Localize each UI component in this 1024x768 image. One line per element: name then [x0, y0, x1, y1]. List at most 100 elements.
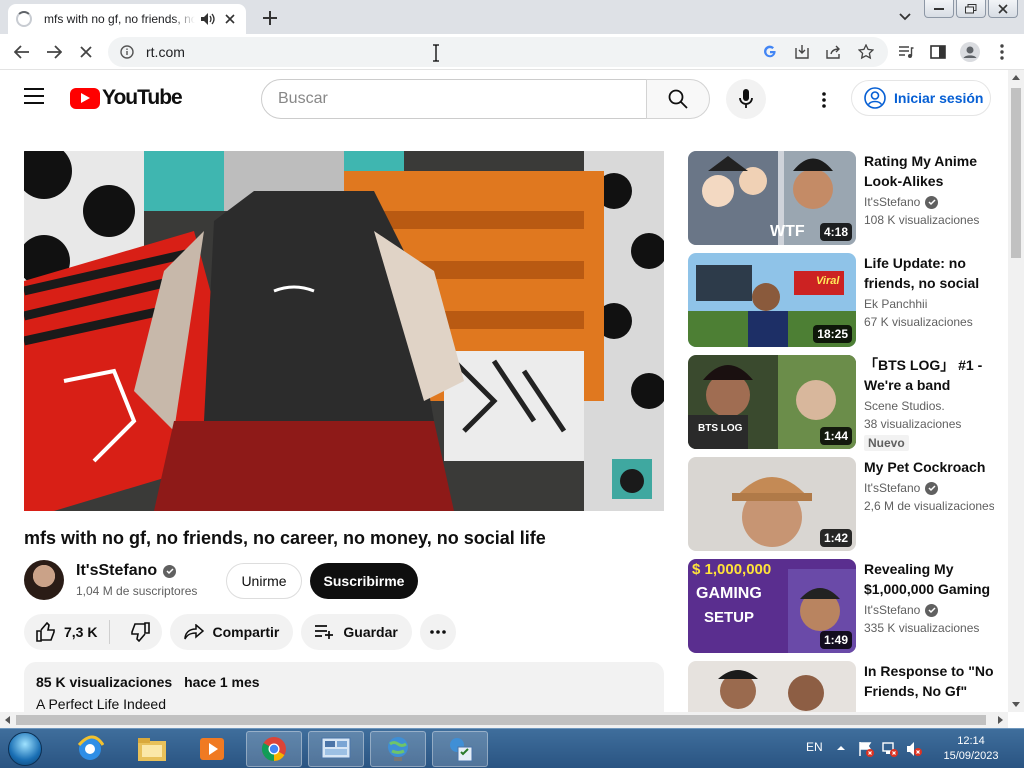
video-duration: 1:42 [819, 529, 852, 547]
system-clock[interactable]: 12:14 15/09/2023 [936, 734, 1006, 764]
upload-date: hace 1 mes [184, 674, 260, 690]
browser-tab[interactable]: mfs with no gf, no friends, no career, n… [8, 4, 246, 34]
channel-name[interactable]: It'sStefano [76, 562, 157, 580]
share-icon[interactable] [824, 42, 844, 62]
new-tab-icon[interactable] [260, 8, 280, 28]
task-manager-icon[interactable] [432, 731, 488, 767]
channel-info: It'sStefano 1,04 M de suscriptores [24, 560, 197, 600]
minimize-icon[interactable] [924, 0, 954, 18]
vertical-scrollbar[interactable] [1008, 70, 1024, 712]
language-indicator[interactable]: EN [806, 740, 823, 754]
rec-views: 67 K visualizaciones [864, 315, 973, 329]
video-thumbnail[interactable]: WTF 4:18 [688, 151, 856, 245]
join-button[interactable]: Unirme [226, 563, 302, 599]
thumbnail-caption: BTS LOG [698, 423, 743, 434]
rec-channel: It'sStefano [864, 603, 921, 617]
scroll-up-arrow-icon[interactable] [1012, 74, 1020, 80]
share-label: Compartir [212, 624, 280, 640]
thumbnail-caption: $ 1,000,000 [692, 561, 772, 578]
reload-stop-icon[interactable] [76, 42, 96, 62]
video-thumbnail[interactable]: Viral 18:25 [688, 253, 856, 347]
scroll-left-arrow-icon[interactable] [4, 716, 10, 724]
recommendation-item[interactable]: BTS LOG 1:44 「BTS LOG」 #1 - We're a band… [688, 355, 1000, 451]
file-explorer-icon[interactable] [124, 731, 180, 767]
restore-icon[interactable] [956, 0, 986, 18]
logo-text: YouTube [102, 86, 183, 109]
rec-title: 「BTS LOG」 #1 - We're a band [864, 357, 983, 393]
recommendation-item[interactable]: In Response to "No Friends, No Gf" [688, 661, 1000, 712]
horizontal-scrollbar[interactable] [0, 712, 1008, 728]
rec-channel: It'sStefano [864, 195, 921, 209]
subscribe-button[interactable]: Suscribirme [310, 563, 418, 599]
search-input[interactable]: Buscar [261, 79, 647, 119]
scrollbar-thumb[interactable] [16, 715, 986, 725]
close-window-icon[interactable] [988, 0, 1018, 18]
browser-tab-strip: mfs with no gf, no friends, no career, n… [0, 0, 1024, 34]
video-thumbnail[interactable]: BTS LOG 1:44 [688, 355, 856, 449]
show-hidden-icons-icon[interactable] [836, 743, 846, 753]
side-panel-icon[interactable] [928, 42, 948, 62]
video-thumbnail[interactable]: $ 1,000,000 GAMING SETUP 1:49 [688, 559, 856, 653]
control-panel-icon[interactable] [308, 731, 364, 767]
loading-spinner-icon [16, 11, 32, 27]
volume-muted-icon[interactable] [906, 741, 922, 757]
video-duration: 18:25 [813, 325, 852, 343]
action-center-flag-icon[interactable] [858, 741, 874, 757]
browser-menu-icon[interactable] [992, 42, 1012, 62]
recommendation-item[interactable]: WTF 4:18 Rating My Anime Look-Alikes It'… [688, 151, 1000, 245]
signin-label: Iniciar sesión [894, 90, 984, 106]
youtube-header: YouTube Buscar Iniciar sesión [0, 70, 1008, 126]
recommendation-item[interactable]: Viral 18:25 Life Update: no friends, no … [688, 253, 1000, 347]
dislike-button[interactable] [118, 622, 162, 642]
scroll-right-arrow-icon[interactable] [998, 716, 1004, 724]
video-frame-image [24, 151, 664, 511]
rec-channel: Ek Panchhii [864, 297, 928, 311]
search-icon [668, 89, 688, 109]
network-globe-icon[interactable] [370, 731, 426, 767]
thumbnail-caption: SETUP [704, 609, 755, 626]
hamburger-menu-icon[interactable] [24, 88, 48, 108]
like-button[interactable]: 7,3 K [24, 620, 111, 644]
share-button[interactable]: Compartir [170, 614, 294, 650]
clock-date: 15/09/2023 [943, 750, 999, 762]
description-text: A Perfect Life Indeed [36, 696, 166, 712]
start-button[interactable] [2, 730, 48, 768]
scrollbar-thumb[interactable] [1011, 88, 1021, 258]
scroll-down-arrow-icon[interactable] [1012, 702, 1020, 708]
google-icon[interactable] [760, 42, 780, 62]
thumbs-down-icon [131, 622, 151, 642]
chevron-down-icon[interactable] [896, 8, 914, 26]
url-text: rt.com [146, 44, 185, 60]
settings-more-icon[interactable] [812, 88, 836, 112]
rec-views: 335 K visualizaciones [864, 621, 980, 635]
bookmark-star-icon[interactable] [856, 42, 876, 62]
install-app-icon[interactable] [792, 42, 812, 62]
video-thumbnail[interactable] [688, 661, 856, 712]
voice-search-button[interactable] [726, 79, 766, 119]
audio-playing-icon[interactable] [200, 12, 215, 26]
profile-icon[interactable] [960, 42, 980, 62]
save-button[interactable]: Guardar [301, 614, 412, 650]
more-actions-button[interactable] [419, 614, 456, 650]
recommendation-item[interactable]: 1:42 My Pet Cockroach It'sStefano 2,6 M … [688, 457, 1000, 551]
media-player-icon[interactable] [184, 731, 240, 767]
forward-arrow-icon[interactable] [44, 42, 64, 62]
search-button[interactable] [646, 79, 710, 119]
channel-avatar[interactable] [24, 560, 64, 600]
tab-title: mfs with no gf, no friends, no career, n… [44, 12, 195, 26]
back-arrow-icon[interactable] [12, 42, 32, 62]
video-player[interactable] [24, 151, 664, 511]
close-tab-icon[interactable] [223, 11, 238, 27]
verified-check-icon [925, 603, 939, 617]
youtube-logo[interactable]: YouTube [70, 86, 183, 110]
recommendation-item[interactable]: $ 1,000,000 GAMING SETUP 1:49 Revealing … [688, 559, 1000, 653]
network-status-icon[interactable] [882, 741, 898, 757]
site-info-icon[interactable] [120, 44, 136, 60]
video-thumbnail[interactable]: 1:42 [688, 457, 856, 551]
signin-button[interactable]: Iniciar sesión [851, 80, 991, 116]
description-box[interactable]: 85 K visualizaciones hace 1 mes A Perfec… [24, 662, 664, 712]
chrome-icon[interactable] [246, 731, 302, 767]
internet-explorer-icon[interactable] [62, 731, 118, 767]
media-control-icon[interactable] [896, 42, 916, 62]
rec-title: In Response to "No Friends, No Gf" [864, 663, 994, 699]
